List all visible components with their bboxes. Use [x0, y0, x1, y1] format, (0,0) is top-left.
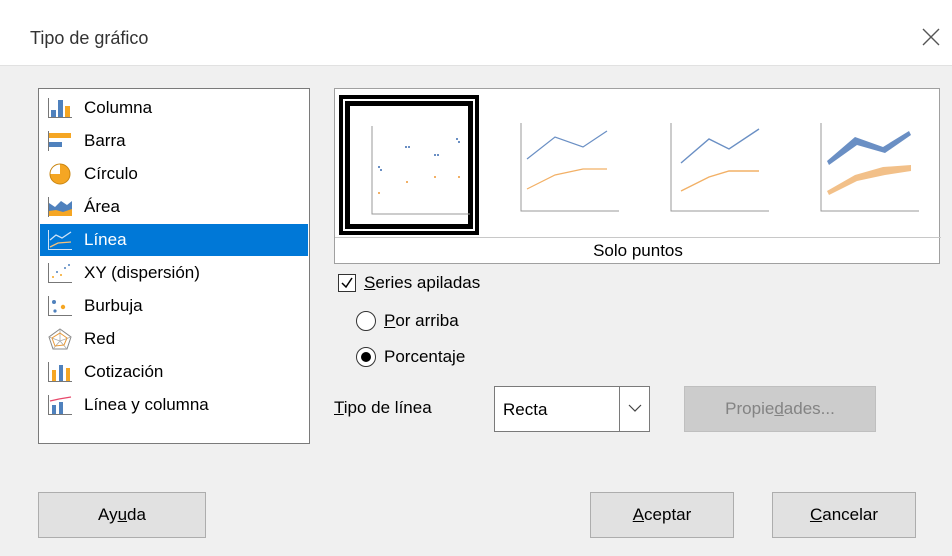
dialog-title: Tipo de gráfico	[30, 28, 149, 48]
stacked-series-label: Series apiladas	[364, 273, 481, 292]
points-only-variant[interactable]	[339, 95, 479, 235]
chart-type-label: Línea y columna	[84, 395, 209, 414]
chart-type-item[interactable]: Área	[40, 191, 308, 223]
column-line-chart-icon	[48, 395, 72, 415]
chevron-down-icon	[628, 404, 642, 412]
chart-type-item[interactable]: XY (dispersión)	[40, 257, 308, 289]
points-and-lines-variant[interactable]	[491, 95, 631, 235]
help-button[interactable]: Ay u da	[38, 492, 206, 538]
radio-circle-selected[interactable]	[356, 347, 376, 367]
area-chart-icon	[48, 197, 72, 217]
bar-chart-icon	[48, 131, 71, 151]
3d-lines-icon	[820, 123, 919, 212]
close-icon	[922, 28, 940, 46]
chart-type-item-selected[interactable]: Línea	[40, 224, 308, 256]
lines-only-icon	[670, 123, 769, 212]
xy-scatter-icon	[48, 263, 72, 283]
variant-name: Solo puntos	[335, 237, 941, 264]
percent-label: Porcentaje	[384, 347, 466, 366]
chart-type-item[interactable]: Red	[40, 323, 308, 355]
on-top-label: Por arriba	[384, 311, 459, 330]
chart-type-item[interactable]: Línea y columna	[40, 389, 308, 421]
line-type-select[interactable]: Recta	[494, 386, 650, 432]
chart-type-item[interactable]: Barra	[40, 125, 308, 157]
chart-type-item[interactable]: Cotización	[40, 356, 308, 388]
percent-radio[interactable]: Porcentaje	[356, 344, 465, 370]
points-and-lines-icon	[520, 123, 619, 212]
lines-only-variant[interactable]	[641, 95, 781, 235]
chart-type-item[interactable]: Burbuja	[40, 290, 308, 322]
radio-circle[interactable]	[356, 311, 376, 331]
chart-type-label: XY (dispersión)	[84, 263, 200, 282]
chart-type-item[interactable]: Columna	[40, 92, 308, 124]
checkmark-icon	[341, 277, 353, 289]
properties-button[interactable]: Propie d ades...	[684, 386, 876, 432]
points-only-icon	[371, 126, 470, 215]
line-chart-icon	[48, 230, 72, 250]
cancel-button[interactable]: Cancelar	[772, 492, 916, 538]
chart-type-list[interactable]: Columna Barra Círculo Área Línea XY (dis…	[38, 88, 310, 444]
chart-type-label: Barra	[84, 131, 126, 150]
chart-type-label: Red	[84, 329, 116, 348]
column-chart-icon	[48, 98, 72, 118]
chart-type-item[interactable]: Círculo	[40, 158, 308, 190]
chart-type-label: Círculo	[84, 164, 138, 183]
chart-type-label: Columna	[84, 98, 153, 117]
chart-type-dialog: Tipo de gráfico Columna Barra Círculo Ár…	[0, 0, 952, 556]
bubble-chart-icon	[48, 296, 72, 316]
stock-chart-icon	[48, 362, 72, 382]
net-chart-icon	[48, 328, 72, 350]
chart-type-label: Burbuja	[84, 296, 143, 315]
line-type-label: Tipo de línea	[334, 398, 432, 417]
on-top-radio[interactable]: Por arriba	[356, 308, 459, 334]
chart-variant-panel: Solo puntos	[334, 88, 941, 264]
line-type-value: Recta	[503, 400, 548, 419]
3d-lines-variant[interactable]	[791, 95, 931, 235]
checkbox-box[interactable]	[338, 274, 356, 292]
chart-type-label: Área	[84, 197, 120, 216]
chart-type-label: Línea	[84, 230, 127, 249]
close-button[interactable]	[916, 22, 946, 52]
ok-button[interactable]: Aceptar	[590, 492, 734, 538]
pie-chart-icon	[49, 163, 71, 185]
stacked-series-checkbox[interactable]: Series apiladas	[338, 270, 538, 296]
chart-type-label: Cotización	[84, 362, 164, 381]
title-bar: Tipo de gráfico	[0, 0, 952, 66]
dropdown-button[interactable]	[619, 387, 649, 431]
